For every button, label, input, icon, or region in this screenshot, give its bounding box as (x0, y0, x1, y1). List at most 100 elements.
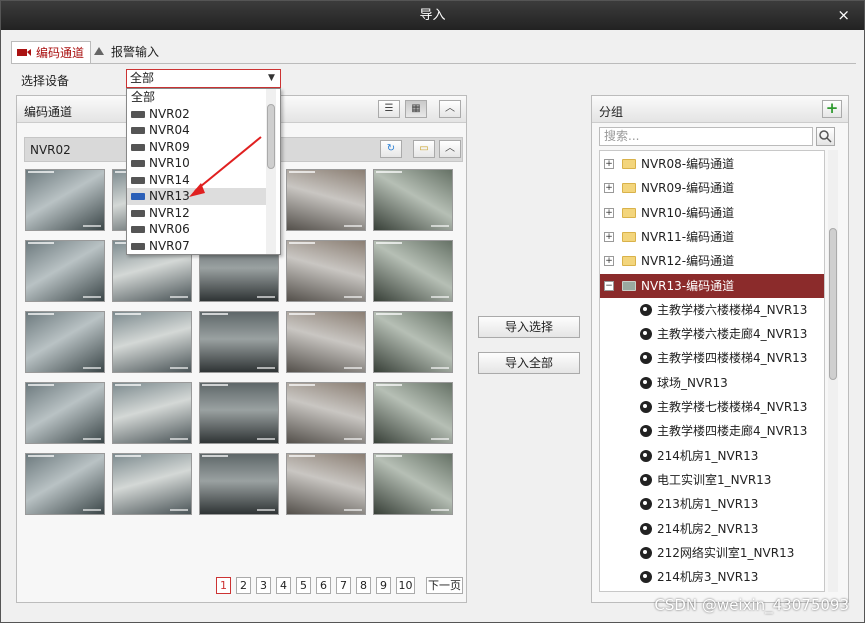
tree-group-row[interactable]: + NVR12-编码通道 (600, 249, 824, 273)
tree-channel-row[interactable]: 主教学楼四楼楼梯4_NVR13 (600, 346, 824, 370)
collapse-icon[interactable]: − (604, 280, 614, 291)
nvr-device-icon (131, 127, 145, 134)
camera-thumbnail[interactable] (373, 240, 453, 302)
grid-view-button[interactable]: ▦ (405, 100, 427, 118)
camera-icon (640, 328, 652, 341)
device-select[interactable]: 全部 ▼ (126, 69, 281, 88)
camera-icon (640, 376, 652, 389)
camera-thumbnail[interactable] (373, 169, 453, 231)
add-group-button[interactable]: + (822, 100, 842, 118)
tree-scrollbar-thumb[interactable] (829, 228, 837, 380)
expand-icon[interactable]: + (604, 231, 614, 242)
expand-icon[interactable]: + (604, 183, 614, 194)
camera-thumbnail[interactable] (373, 453, 453, 515)
tree-group-row[interactable]: + NVR09-编码通道 (600, 176, 824, 200)
nvr-device-icon (131, 209, 145, 217)
page-button[interactable]: 3 (256, 577, 271, 594)
dropdown-option-label: NVR07 (149, 238, 190, 253)
page-button[interactable]: 5 (296, 577, 311, 594)
tree-channel-row[interactable]: 214机房1_NVR13 (600, 444, 824, 468)
chevron-down-icon[interactable]: ▼ (265, 70, 278, 87)
dropdown-option[interactable]: NVR02 (127, 106, 266, 123)
collapse-device-button[interactable]: ︿ (439, 140, 461, 158)
nvr-device-icon (131, 176, 145, 184)
camera-thumbnail[interactable] (373, 311, 453, 373)
page-button[interactable]: 1 (216, 577, 231, 594)
camera-thumbnail[interactable] (199, 311, 279, 373)
page-button[interactable]: 4 (276, 577, 291, 594)
tree-channel-row[interactable]: 212网络实训室1_NVR13 (600, 541, 824, 565)
dropdown-option[interactable]: NVR07 (127, 238, 266, 255)
tree-group-row[interactable]: − NVR13-编码通道 (600, 273, 824, 298)
page-button[interactable]: 6 (316, 577, 331, 594)
import-all-button[interactable]: 导入全部 (478, 352, 580, 374)
camera-thumbnail[interactable] (286, 453, 366, 515)
timestamp-overlay (28, 384, 54, 386)
nvr-device-icon (131, 193, 145, 200)
dropdown-option[interactable]: NVR12 (127, 205, 266, 222)
channel-name-overlay (83, 438, 101, 440)
tree-channel-row[interactable]: 214机房2_NVR13 (600, 517, 824, 541)
camera-thumbnail[interactable] (25, 240, 105, 302)
expand-icon[interactable]: + (604, 256, 614, 267)
tree-channel-row[interactable]: 213机房1_NVR13 (600, 492, 824, 516)
tab-alarm-input[interactable]: 报警输入 (87, 41, 165, 63)
tree-channel-row[interactable]: 球场_NVR13 (600, 371, 824, 395)
camera-thumbnail[interactable] (25, 311, 105, 373)
page-button[interactable]: 8 (356, 577, 371, 594)
tree-channel-row[interactable]: 主教学楼七楼楼梯4_NVR13 (600, 395, 824, 419)
camera-thumbnail[interactable] (286, 382, 366, 444)
expand-icon[interactable]: + (604, 159, 614, 169)
import-dialog: 导入 × 编码通道 报警输入 选择设备 全部 ▼ 编码通道 ☰ ▦ ︿ NVR0… (0, 0, 865, 623)
page-button[interactable]: 2 (236, 577, 251, 594)
camera-thumbnail[interactable] (25, 453, 105, 515)
camera-thumbnail[interactable] (25, 169, 105, 231)
camera-icon (640, 522, 652, 535)
tab-divider (11, 63, 856, 64)
group-search-input[interactable]: 搜索... (599, 127, 813, 146)
camera-thumbnail[interactable] (286, 169, 366, 231)
tree-channel-row[interactable]: 214机房3_NVR13 (600, 565, 824, 589)
camera-thumbnail[interactable] (112, 311, 192, 373)
camera-thumbnail[interactable] (112, 453, 192, 515)
tree-group-row[interactable]: + NVR10-编码通道 (600, 201, 824, 225)
next-page-button[interactable]: 下一页 (426, 577, 463, 594)
tree-channel-row[interactable]: 主教学楼四楼走廊4_NVR13 (600, 419, 824, 443)
import-selected-button[interactable]: 导入选择 (478, 316, 580, 338)
tree-group-row[interactable]: + NVR08-编码通道 (600, 152, 824, 176)
camera-thumbnail[interactable] (25, 382, 105, 444)
tree-channel-row[interactable]: 主教学楼六楼走廊4_NVR13 (600, 322, 824, 346)
camera-thumbnail[interactable] (112, 382, 192, 444)
camera-thumbnail[interactable] (286, 240, 366, 302)
search-icon[interactable] (816, 127, 835, 146)
camera-thumbnail[interactable] (286, 311, 366, 373)
folder-icon (622, 159, 636, 169)
tree-channel-row[interactable]: 电工实训室1_NVR13 (600, 468, 824, 492)
tree-group-row[interactable]: + NVR11-编码通道 (600, 225, 824, 249)
refresh-button[interactable]: ↻ (380, 140, 402, 158)
dropdown-option[interactable]: NVR06 (127, 221, 266, 238)
timestamp-overlay (289, 455, 315, 457)
expand-icon[interactable]: + (604, 207, 614, 218)
dropdown-option[interactable]: 全部 (127, 89, 266, 106)
camera-thumbnail[interactable] (199, 382, 279, 444)
camera-icon (640, 401, 652, 413)
tab-encoding-channel[interactable]: 编码通道 (11, 41, 92, 63)
timestamp-overlay (28, 171, 54, 173)
close-icon[interactable]: × (837, 1, 850, 30)
page-button[interactable]: 9 (376, 577, 391, 594)
channel-name-overlay (170, 367, 188, 369)
tree-scrollbar[interactable] (828, 150, 838, 592)
collapse-up-button[interactable]: ︿ (439, 100, 461, 118)
tree-channel-row[interactable]: 主教学楼六楼楼梯4_NVR13 (600, 298, 824, 322)
camera-thumbnail[interactable] (373, 382, 453, 444)
timestamp-overlay (115, 384, 141, 386)
folder-icon (622, 207, 636, 218)
camera-thumbnail[interactable] (199, 453, 279, 515)
list-view-button[interactable]: ☰ (378, 100, 400, 118)
page-button[interactable]: 10 (396, 577, 415, 594)
page-button[interactable]: 7 (336, 577, 351, 594)
title-bar: 导入 × (1, 1, 864, 30)
folder-add-button[interactable]: ▭ (413, 140, 435, 158)
channel-name-overlay (431, 225, 449, 227)
